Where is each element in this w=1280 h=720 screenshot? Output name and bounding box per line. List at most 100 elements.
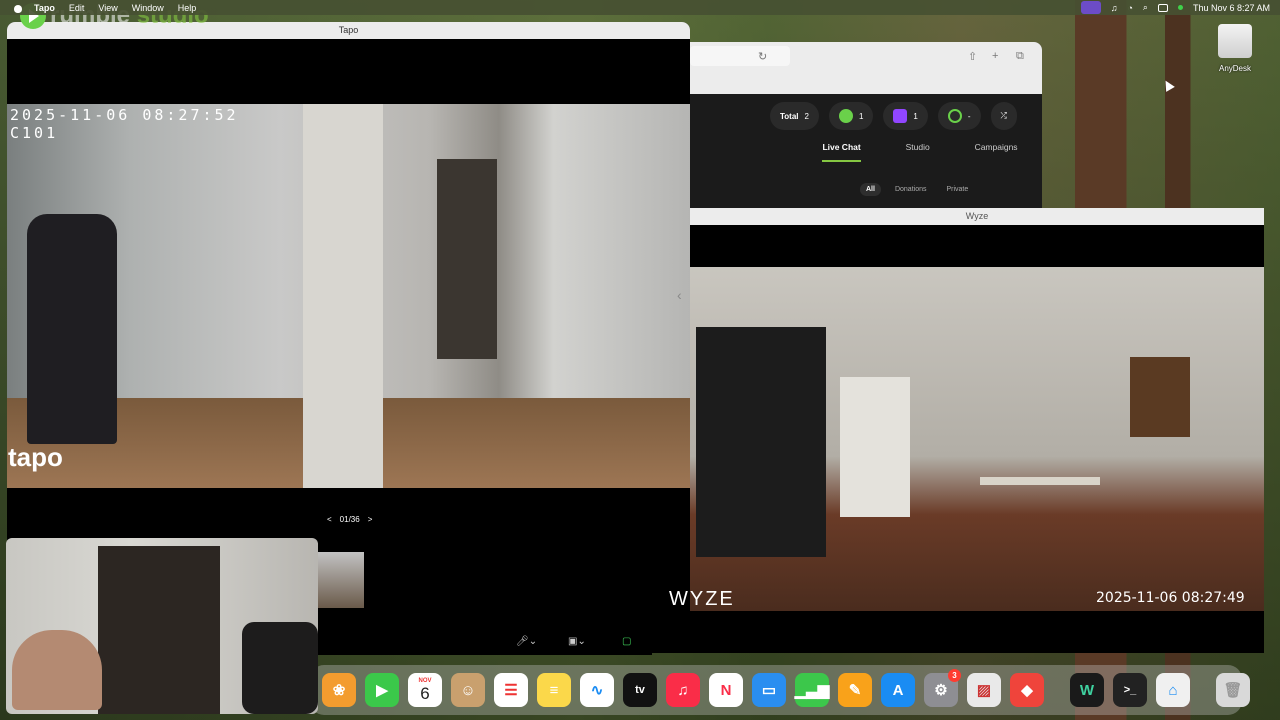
- stat-twitch[interactable]: 1: [883, 102, 928, 130]
- wyze-camera-feed[interactable]: [690, 267, 1264, 611]
- tab-studio[interactable]: Studio: [906, 142, 930, 162]
- terminal-icon[interactable]: >_: [1113, 673, 1147, 707]
- volume-icon[interactable]: ♫: [1111, 3, 1118, 13]
- news-icon[interactable]: N: [709, 673, 743, 707]
- camera-thumbnail[interactable]: [318, 552, 364, 608]
- feed-cabinet: [1130, 357, 1190, 437]
- stat-web-value: -: [967, 111, 971, 121]
- pager-current: 01/36: [339, 515, 360, 524]
- preview-icon[interactable]: ▨: [967, 673, 1001, 707]
- tapo-watermark: tapo: [8, 442, 63, 472]
- new-tab-icon[interactable]: +: [992, 50, 998, 62]
- filter-private[interactable]: Private: [940, 183, 974, 196]
- stat-total[interactable]: Total 2: [770, 102, 819, 130]
- contacts-icon[interactable]: ☺: [451, 673, 485, 707]
- feed-hallway: [437, 159, 497, 359]
- wyze-window-title: Wyze: [690, 208, 1264, 225]
- menubar-clock[interactable]: Thu Nov 6 8:27 AM: [1193, 3, 1270, 13]
- numbers-icon[interactable]: ▁▃▆: [795, 673, 829, 707]
- tapo-camera-id: C101: [10, 124, 59, 142]
- wifi-icon[interactable]: ◔: [1127, 3, 1132, 13]
- menu-help[interactable]: Help: [178, 3, 197, 13]
- filter-donations[interactable]: Donations: [889, 183, 933, 196]
- webcam-chair: [242, 622, 318, 714]
- tv-label: tv: [635, 684, 645, 696]
- camera-in-use-icon: [1177, 5, 1183, 10]
- tv-icon[interactable]: tv: [623, 673, 657, 707]
- share-icon[interactable]: ⇧: [968, 50, 977, 63]
- tapo-control-bar: 🎤︎⌄ ▣⌄ ▢: [318, 552, 652, 655]
- feed-door: [303, 104, 383, 488]
- video-camera-icon[interactable]: ▣⌄: [568, 636, 586, 647]
- drive-icon: [1218, 24, 1252, 58]
- stream-stats-bar: Total 2 1 1 - ⤮: [770, 102, 1017, 130]
- tapo-window: Tapo 2025-11-06 08:27:52 C101 tapo ‹ < 0…: [7, 22, 690, 552]
- stat-rumble-value: 1: [858, 111, 864, 121]
- pager-next-button[interactable]: >: [368, 515, 373, 524]
- control-center-icon[interactable]: [1157, 3, 1168, 12]
- dock: ❀ ▶ NOV 6 ☺ ☰ ≡ ∿ tv ♫ N ▭ ▁▃▆ ✎ A ⚙ 3 ▨ …: [310, 665, 1250, 715]
- rumble-tabs: Live Chat Studio Campaigns: [800, 142, 1040, 162]
- desktop-item-anydesk[interactable]: AnyDesk: [1212, 24, 1258, 73]
- keynote-icon[interactable]: ▭: [752, 673, 786, 707]
- spotlight-search-icon[interactable]: ⌕: [1143, 2, 1148, 13]
- wyze-app-icon[interactable]: W: [1070, 673, 1104, 707]
- reminders-icon[interactable]: ☰: [494, 673, 528, 707]
- feed-clothes: [27, 214, 117, 444]
- screen-recording-icon[interactable]: [1080, 1, 1101, 14]
- calendar-day: 6: [420, 684, 430, 703]
- menu-window[interactable]: Window: [132, 3, 164, 13]
- apple-menu-icon[interactable]: [12, 2, 24, 14]
- system-settings-icon[interactable]: ⚙ 3: [924, 669, 961, 707]
- menu-edit[interactable]: Edit: [69, 3, 85, 13]
- feed-closet: [840, 377, 910, 517]
- twitch-icon: [893, 109, 908, 123]
- tab-campaigns[interactable]: Campaigns: [975, 142, 1018, 162]
- shuffle-icon: ⤮: [1000, 111, 1007, 120]
- chat-filter-tabs: All Donations Private: [860, 183, 974, 196]
- stat-twitch-value: 1: [913, 111, 918, 121]
- pages-icon[interactable]: ✎: [838, 673, 872, 707]
- feed-table: [980, 477, 1100, 577]
- menu-app-name[interactable]: Tapo: [34, 3, 55, 13]
- home-icon[interactable]: ⌂: [1156, 673, 1190, 707]
- reload-icon[interactable]: ↻: [758, 50, 767, 63]
- browser-toolbar: ↻ ⇧ + ⧉: [690, 42, 1042, 94]
- menu-bar: Tapo Edit View Window Help ♫ ◔ ⌕ Thu Nov…: [0, 0, 1280, 15]
- settings-badge: 3: [948, 669, 961, 682]
- appstore-icon[interactable]: A: [881, 673, 915, 707]
- photos-icon[interactable]: ❀: [322, 673, 356, 707]
- tapo-timestamp-text: 2025-11-06 08:27:52: [10, 106, 239, 124]
- microphone-icon[interactable]: 🎤︎⌄: [516, 636, 537, 647]
- tapo-timestamp: 2025-11-06 08:27:52 C101: [10, 106, 239, 142]
- notes-icon[interactable]: ≡: [537, 673, 571, 707]
- facetime-icon[interactable]: ▶: [365, 673, 399, 707]
- address-bar[interactable]: [690, 46, 790, 66]
- pager-prev-button[interactable]: <: [327, 515, 332, 524]
- wyze-watermark: WYZE: [669, 588, 735, 610]
- stat-web[interactable]: -: [937, 102, 981, 130]
- menu-view[interactable]: View: [98, 3, 117, 13]
- tapo-camera-feed[interactable]: [7, 104, 690, 488]
- feed-shelf: [696, 327, 826, 557]
- calendar-icon[interactable]: NOV 6: [408, 673, 442, 707]
- tab-live-chat[interactable]: Live Chat: [822, 142, 861, 162]
- screen-share-icon[interactable]: ▢: [622, 636, 631, 647]
- webcam-person: [12, 630, 102, 710]
- desktop-item-label: AnyDesk: [1218, 64, 1251, 73]
- trash-icon[interactable]: 🗑︎: [1216, 673, 1250, 707]
- collapse-chevron-icon[interactable]: ‹: [677, 287, 682, 303]
- wyze-timestamp: 2025-11-06 08:27:49: [1096, 590, 1245, 606]
- music-icon[interactable]: ♫: [666, 673, 700, 707]
- globe-icon: [947, 109, 962, 123]
- freeform-icon[interactable]: ∿: [580, 673, 614, 707]
- stat-rumble[interactable]: 1: [828, 102, 874, 130]
- shuffle-button[interactable]: ⤮: [990, 102, 1017, 130]
- stat-total-value: 2: [804, 111, 809, 121]
- webcam-wardrobe: [98, 546, 220, 714]
- tab-overview-icon[interactable]: ⧉: [1016, 50, 1024, 63]
- stat-total-label: Total: [780, 111, 799, 121]
- anydesk-icon[interactable]: ◆: [1010, 673, 1044, 707]
- feed-pager: < 01/36 >: [327, 515, 372, 524]
- filter-all[interactable]: All: [860, 183, 881, 196]
